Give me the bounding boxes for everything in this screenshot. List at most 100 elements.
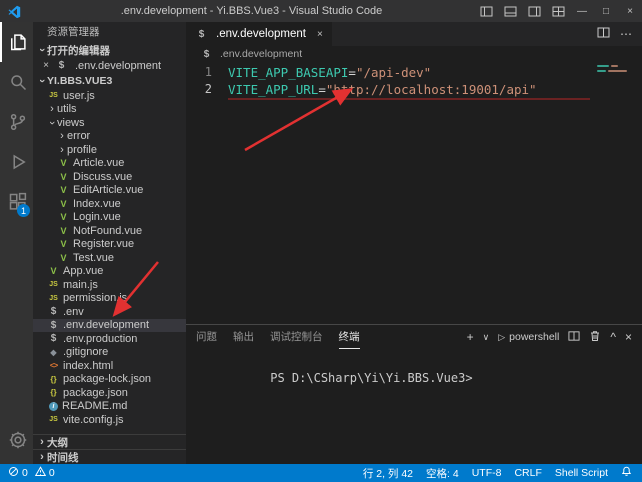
open-editors-header[interactable]: › 打开的编辑器 [33,42,186,58]
shell-file-icon: $ [47,320,60,331]
code-line-1[interactable]: VITE_APP_BASEAPI="/api-dev" [222,64,642,81]
project-root-label: YI.BBS.VUE3 [47,75,112,87]
tree-item-views[interactable]: ›views [33,116,186,130]
timeline-section[interactable]: › 时间线 [33,449,186,464]
tree-item-profile[interactable]: ›profile [33,143,186,157]
close-panel-icon[interactable]: × [625,330,632,344]
md-file-icon: i [49,402,58,411]
tree-item-.env.development[interactable]: $.env.development [33,319,186,333]
cursor-position[interactable]: 行 2, 列 42 [363,466,413,481]
tree-item-Article.vue[interactable]: VArticle.vue [33,157,186,171]
customize-layout-icon[interactable] [546,0,570,22]
close-editor-icon[interactable]: × [41,60,51,71]
tree-item-index.html[interactable]: <>index.html [33,359,186,373]
vscode-logo-icon [0,5,29,18]
maximize-button[interactable]: □ [594,0,618,22]
code-line-2[interactable]: VITE_APP_URL="http://localhost:19001/api… [222,81,642,98]
equals-operator: = [318,82,326,97]
tree-item-App.vue[interactable]: VApp.vue [33,265,186,279]
chevron-down-icon: › [46,118,58,128]
split-terminal-icon[interactable] [568,330,580,345]
tree-item-Login.vue[interactable]: VLogin.vue [33,211,186,225]
line-numbers: 1 2 [186,62,222,324]
tree-item-Test.vue[interactable]: VTest.vue [33,251,186,265]
minimap[interactable] [597,65,633,75]
extensions-icon[interactable]: 1 [0,182,33,222]
env-value: "http://localhost:19001/api" [326,82,537,97]
source-control-icon[interactable] [0,102,33,142]
file-name: vite.config.js [63,414,124,426]
chevron-right-icon: › [57,130,67,142]
tree-item-Index.vue[interactable]: VIndex.vue [33,197,186,211]
notifications-bell-icon[interactable] [621,466,632,480]
file-name: profile [67,144,97,156]
file-name: package.json [63,387,128,399]
tree-item-error[interactable]: ›error [33,130,186,144]
tab-debug-console[interactable]: 调试控制台 [270,325,323,349]
timeline-label: 时间线 [47,450,79,465]
shell-file-icon: $ [200,49,213,60]
env-key: VITE_APP_URL [228,82,318,97]
shell-file-icon: $ [47,333,60,344]
tab-env-development[interactable]: $ .env.development × [186,22,332,46]
close-tab-icon[interactable]: × [317,29,323,40]
tree-item-README.md[interactable]: iREADME.md [33,400,186,414]
minimize-button[interactable]: — [570,0,594,22]
file-name: main.js [63,279,98,291]
tree-item-.env.production[interactable]: $.env.production [33,332,186,346]
tree-item-utils[interactable]: ›utils [33,103,186,117]
terminal-dropdown-icon[interactable]: ∨ [483,332,490,343]
terminal-shell-selector[interactable]: ▷ powershell [498,331,559,343]
more-actions-icon[interactable]: ⋯ [620,27,632,41]
tree-item-main.js[interactable]: JSmain.js [33,278,186,292]
tab-problems[interactable]: 问题 [196,325,217,349]
maximize-panel-icon[interactable]: ^ [610,330,616,344]
code-content[interactable]: VITE_APP_BASEAPI="/api-dev" VITE_APP_URL… [222,62,642,324]
open-editor-item[interactable]: × $ .env.development [33,58,186,73]
tab-output[interactable]: 输出 [233,325,254,349]
tree-item-vite.config.js[interactable]: JSvite.config.js [33,413,186,427]
chevron-right-icon: › [47,103,57,115]
tree-item-user.js[interactable]: JSuser.js [33,89,186,103]
tree-item-NotFound.vue[interactable]: VNotFound.vue [33,224,186,238]
sidebar-explorer: 资源管理器 › 打开的编辑器 × $ .env.development › YI… [33,22,186,464]
split-editor-icon[interactable] [597,26,610,42]
settings-gear-icon[interactable] [0,420,33,460]
new-terminal-icon[interactable]: + [467,330,474,344]
shell-file-icon: $ [55,60,68,71]
indentation[interactable]: 空格: 4 [426,466,459,481]
explorer-icon[interactable] [0,22,33,62]
run-debug-icon[interactable] [0,142,33,182]
search-icon[interactable] [0,62,33,102]
tree-item-Register.vue[interactable]: VRegister.vue [33,238,186,252]
toggle-panel-icon[interactable] [498,0,522,22]
file-name: Discuss.vue [73,171,132,183]
outline-section[interactable]: › 大纲 [33,434,186,449]
tree-item-package-lock.json[interactable]: {}package-lock.json [33,373,186,387]
toggle-secondary-sidebar-icon[interactable] [522,0,546,22]
tree-item-package.json[interactable]: {}package.json [33,386,186,400]
code-editor[interactable]: 1 2 VITE_APP_BASEAPI="/api-dev" VITE_APP… [186,62,642,324]
tree-item-EditArticle.vue[interactable]: VEditArticle.vue [33,184,186,198]
eol-sequence[interactable]: CRLF [514,467,541,479]
tree-item-permission.js[interactable]: JSpermission.js [33,292,186,306]
problems-indicator[interactable]: 0 0 [8,466,55,480]
file-name: .env.production [63,333,137,345]
breadcrumb[interactable]: $ .env.development [186,46,642,62]
file-name: .env [63,306,84,318]
vue-file-icon: V [57,226,70,236]
encoding[interactable]: UTF-8 [472,467,502,479]
language-mode[interactable]: Shell Script [555,467,608,479]
terminal-output[interactable]: PS D:\CSharp\Yi\Yi.BBS.Vue3> [186,349,642,464]
tab-terminal[interactable]: 终端 [339,325,360,349]
tree-item-Discuss.vue[interactable]: VDiscuss.vue [33,170,186,184]
tree-item-.gitignore[interactable]: ◆.gitignore [33,346,186,360]
file-name: Article.vue [73,157,124,169]
js-file-icon: JS [47,295,60,302]
toggle-primary-sidebar-icon[interactable] [474,0,498,22]
close-button[interactable]: × [618,0,642,22]
project-root-header[interactable]: › YI.BBS.VUE3 [33,73,186,89]
kill-terminal-icon[interactable] [589,330,601,345]
title-bar: .env.development - Yi.BBS.Vue3 - Visual … [0,0,642,22]
tree-item-.env[interactable]: $.env [33,305,186,319]
